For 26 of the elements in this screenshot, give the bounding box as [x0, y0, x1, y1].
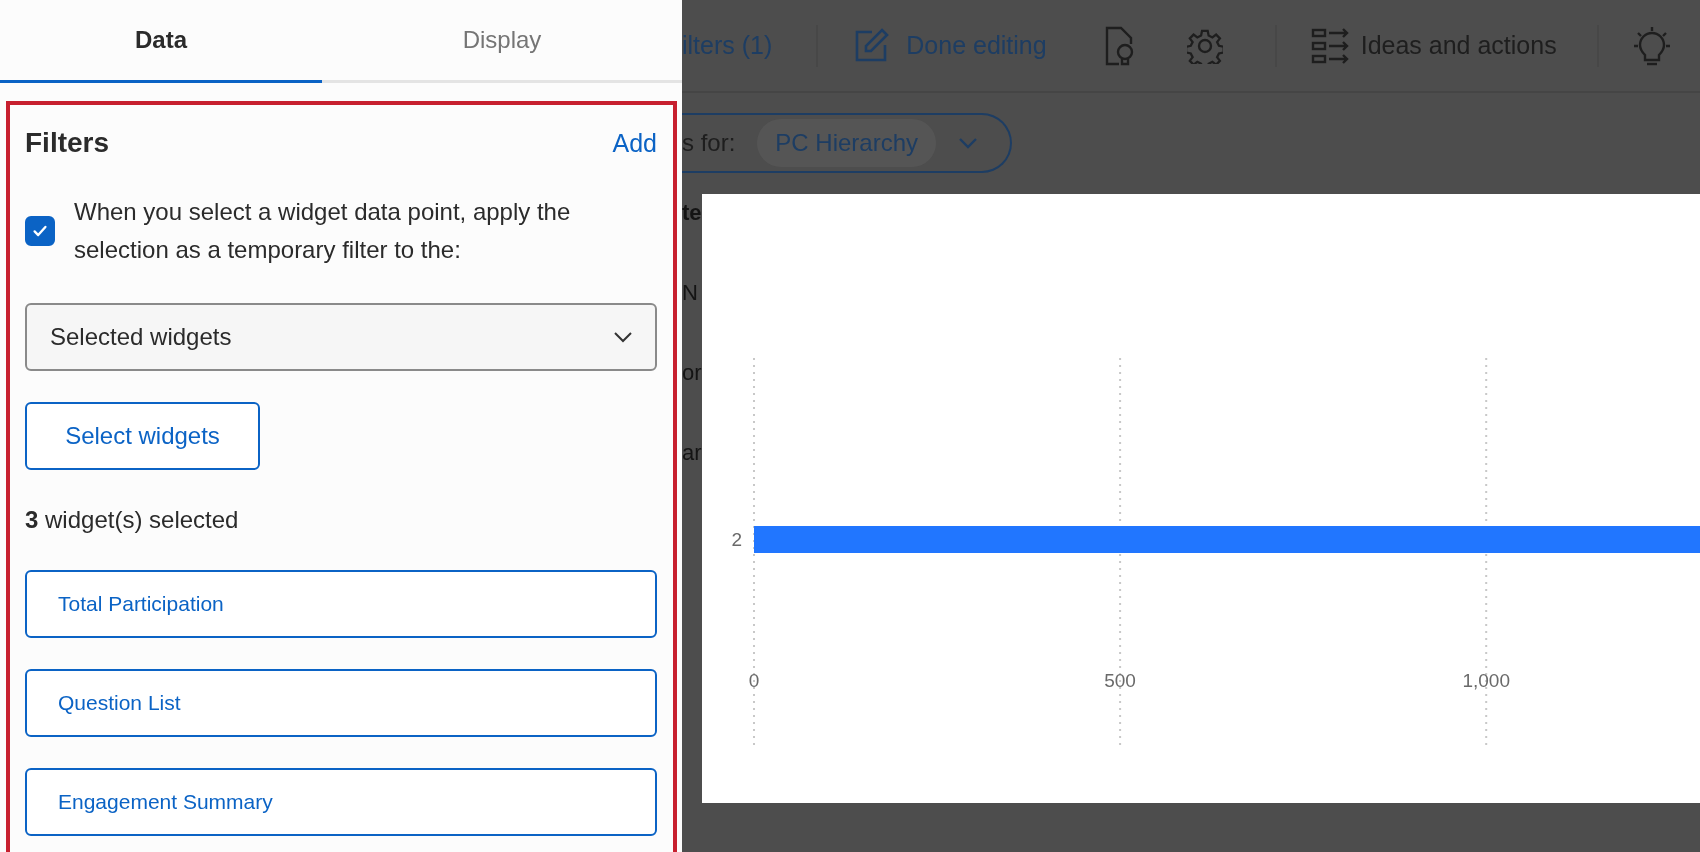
widget-item[interactable]: Engagement Summary — [25, 768, 657, 836]
select-widgets-button[interactable]: Select widgets — [25, 402, 260, 470]
background-text: or — [682, 360, 702, 387]
widget-item[interactable]: Total Participation — [25, 570, 657, 638]
settings-icon[interactable] — [1186, 27, 1223, 64]
axis-tick-label: 0 — [748, 670, 759, 691]
chevron-icon — [958, 137, 979, 149]
document-bulb-icon[interactable] — [1104, 25, 1135, 66]
chevron-icon — [613, 331, 633, 343]
dropdown[interactable]: Selected widgets — [25, 303, 657, 371]
checkbox[interactable] — [25, 216, 55, 246]
axis-tick-label: 1,000 — [1462, 670, 1510, 691]
background-text: te — [682, 200, 702, 227]
background-text: N — [682, 280, 698, 307]
lightbulb-icon[interactable] — [1632, 25, 1671, 66]
tab[interactable]: Display — [322, 0, 682, 83]
section-title: Filters — [25, 127, 110, 159]
selected-count: 3 widget(s) selected — [25, 506, 240, 534]
list-arrows-icon — [1310, 27, 1351, 64]
tab[interactable]: Data — [0, 0, 322, 83]
checkbox-label: When you select a widget data point, apply the selection as a temporary filter to the: — [74, 197, 572, 265]
axis-tick-label: 500 — [1103, 670, 1136, 691]
add-link[interactable]: Add — [612, 128, 657, 158]
widget-item[interactable]: Question List — [25, 669, 657, 737]
category-label: 2 — [731, 529, 742, 550]
background-text: ar — [682, 440, 702, 467]
